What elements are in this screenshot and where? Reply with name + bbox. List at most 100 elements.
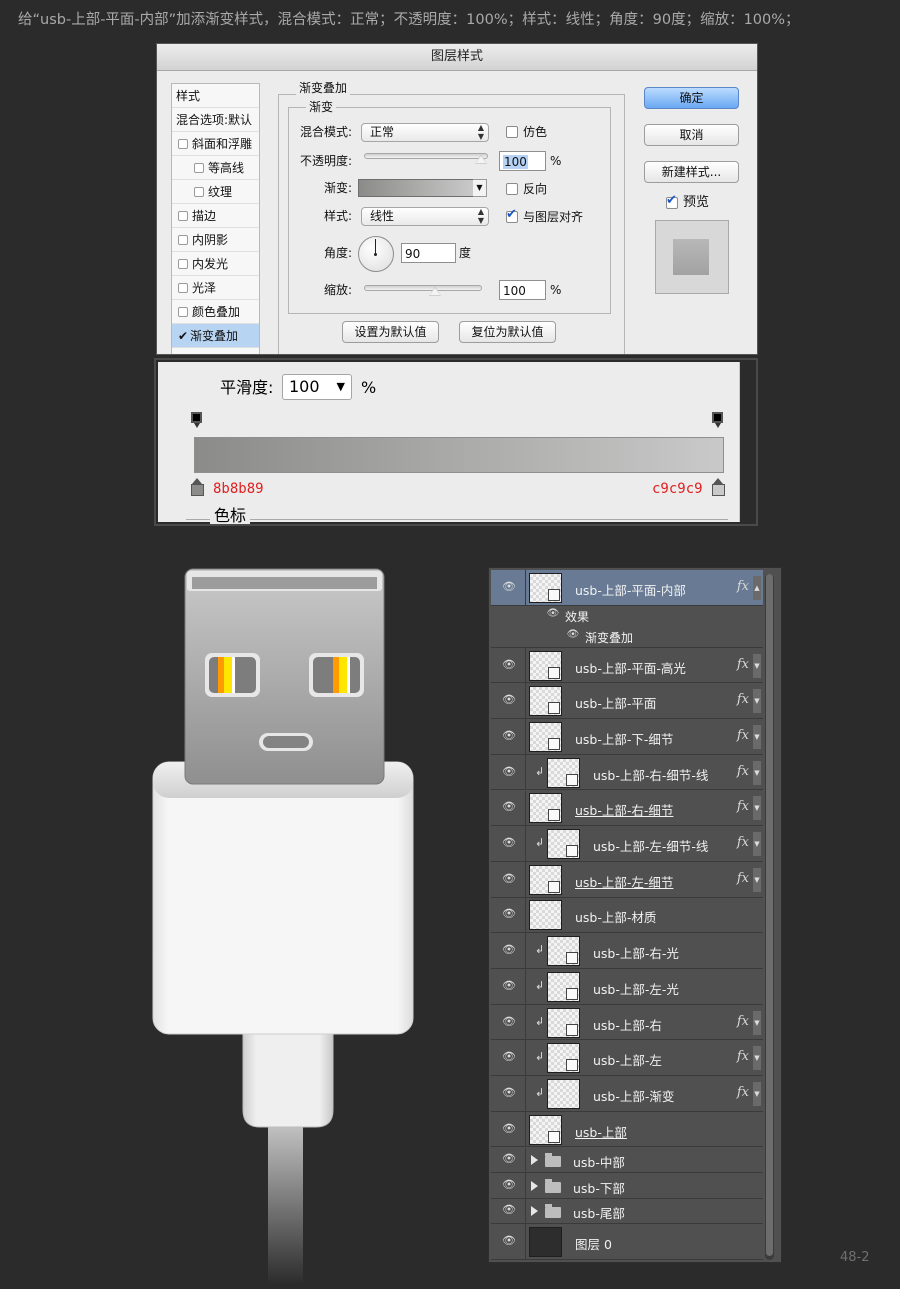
gradient-swatch[interactable] (358, 179, 474, 197)
preview-checkbox[interactable] (666, 193, 678, 209)
smoothness-dropdown-icon[interactable]: ▼ (337, 375, 345, 399)
layer-thumbnail[interactable] (529, 572, 562, 603)
effects-toggle-icon[interactable]: ▼ (753, 832, 761, 857)
checkbox-icon[interactable] (178, 139, 188, 149)
visibility-eye-icon[interactable]: 👁 (501, 1050, 517, 1063)
smoothness-input[interactable]: 100 ▼ (282, 374, 352, 400)
effects-toggle-icon[interactable]: ▼ (753, 1081, 761, 1106)
layer-effects-fx-icon[interactable]: fx (737, 799, 749, 814)
layer-thumbnail[interactable] (529, 650, 562, 681)
angle-dial[interactable] (358, 236, 394, 272)
reset-default-button[interactable]: 复位为默认值 (459, 321, 556, 343)
layer-row[interactable]: 👁 ↲ usb-上部-右-细节-线 fx ▼ (491, 754, 763, 791)
layer-row[interactable]: 👁 ↲ usb-上部-右-光 (491, 933, 763, 969)
layer-thumbnail[interactable] (547, 1043, 580, 1074)
layer-effects-fx-icon[interactable]: fx (737, 579, 749, 594)
checkbox-icon[interactable] (178, 235, 188, 245)
checkbox-icon[interactable] (178, 307, 188, 317)
layer-thumbnail[interactable] (547, 936, 580, 967)
opacity-stop-left-icon[interactable] (191, 412, 202, 428)
layer-thumbnail[interactable] (529, 721, 562, 752)
visibility-eye-icon[interactable]: 👁 (501, 729, 517, 742)
effects-toggle-icon[interactable]: ▼ (753, 760, 761, 785)
angle-input[interactable]: 90 (401, 243, 456, 263)
style-select[interactable]: 线性 ▲ ▼ (361, 207, 489, 226)
visibility-eye-icon[interactable]: 👁 (501, 836, 517, 849)
style-item[interactable]: ✔ 渐变叠加 (172, 324, 259, 348)
layer-row[interactable]: 👁 usb-上部-左-细节 fx ▼ (491, 861, 763, 898)
layer-thumbnail[interactable] (547, 1007, 580, 1038)
style-item[interactable]: 描边 (172, 204, 259, 228)
scale-slider-thumb[interactable] (429, 286, 441, 296)
opacity-slider-thumb[interactable] (475, 154, 487, 164)
visibility-eye-icon[interactable]: 👁 (501, 1015, 517, 1028)
layer-thumbnail[interactable] (529, 1114, 562, 1145)
layer-thumbnail[interactable] (529, 1227, 562, 1257)
layer-thumbnail[interactable] (529, 686, 562, 717)
style-item[interactable]: 光泽 (172, 276, 259, 300)
opacity-stop-right-icon[interactable] (712, 412, 723, 428)
visibility-eye-icon[interactable]: 👁 (501, 1203, 517, 1216)
color-stop-right-icon[interactable] (712, 478, 725, 496)
layer-group-row[interactable]: 👁 usb-尾部 (491, 1198, 763, 1224)
style-item[interactable]: 内发光 (172, 252, 259, 276)
cancel-button[interactable]: 取消 (644, 124, 739, 146)
visibility-eye-icon[interactable]: 👁 (501, 1234, 517, 1247)
layer-effects-fx-icon[interactable]: fx (737, 1085, 749, 1100)
layer-thumbnail[interactable] (529, 793, 562, 824)
layer-row[interactable]: 👁 usb-上部-材质 (491, 897, 763, 934)
opacity-slider[interactable] (364, 153, 488, 159)
effects-toggle-icon[interactable]: ▼ (753, 1046, 761, 1071)
layer-thumbnail[interactable] (547, 971, 580, 1002)
dither-checkbox[interactable] (506, 126, 518, 138)
effect-visibility-eye-icon[interactable]: 👁 (565, 629, 581, 640)
blend-mode-select[interactable]: 正常 ▲ ▼ (361, 123, 489, 142)
visibility-eye-icon[interactable]: 👁 (501, 1122, 517, 1135)
visibility-eye-icon[interactable]: 👁 (501, 580, 517, 593)
effect-visibility-eye-icon[interactable]: 👁 (545, 608, 561, 619)
color-stop-left-icon[interactable] (191, 478, 204, 496)
layer-effect-row[interactable]: 👁 渐变叠加 (491, 626, 763, 648)
visibility-eye-icon[interactable]: 👁 (501, 1178, 517, 1191)
opacity-input[interactable]: 100 (499, 151, 546, 171)
visibility-eye-icon[interactable]: 👁 (501, 907, 517, 920)
style-item[interactable]: 颜色叠加 (172, 300, 259, 324)
visibility-eye-icon[interactable]: 👁 (501, 658, 517, 671)
styles-header[interactable]: 样式 (172, 84, 259, 108)
gradient-dropdown-icon[interactable]: ▼ (473, 179, 487, 197)
scale-input[interactable]: 100 (499, 280, 546, 300)
layer-row[interactable]: 👁 ↲ usb-上部-右 fx ▼ (491, 1004, 763, 1041)
set-default-button[interactable]: 设置为默认值 (342, 321, 439, 343)
layer-effects-fx-icon[interactable]: fx (737, 1014, 749, 1029)
checkmark-icon[interactable]: ✔ (178, 324, 190, 348)
checkbox-icon[interactable] (178, 259, 188, 269)
checkbox-icon[interactable] (194, 163, 204, 173)
layer-group-row[interactable]: 👁 usb-中部 (491, 1147, 763, 1173)
style-item[interactable]: 斜面和浮雕 (172, 132, 259, 156)
visibility-eye-icon[interactable]: 👁 (501, 943, 517, 956)
layer-thumbnail[interactable] (529, 900, 562, 931)
layer-row[interactable]: 👁 usb-上部-下-细节 fx ▼ (491, 719, 763, 755)
visibility-eye-icon[interactable]: 👁 (501, 1086, 517, 1099)
new-style-button[interactable]: 新建样式... (644, 161, 739, 183)
layer-thumbnail[interactable] (547, 757, 580, 788)
visibility-eye-icon[interactable]: 👁 (501, 693, 517, 706)
layer-group-row[interactable]: 👁 usb-下部 (491, 1173, 763, 1199)
style-item[interactable]: 内阴影 (172, 228, 259, 252)
layers-scroll-thumb[interactable] (766, 574, 773, 1256)
layer-row[interactable]: 👁 ↲ usb-上部-渐变 fx ▼ (491, 1076, 763, 1112)
visibility-eye-icon[interactable]: 👁 (501, 800, 517, 813)
scale-slider[interactable] (364, 285, 482, 291)
visibility-eye-icon[interactable]: 👁 (501, 979, 517, 992)
layer-effect-row[interactable]: 👁 效果 (491, 605, 763, 627)
layer-effects-fx-icon[interactable]: fx (737, 657, 749, 672)
layer-effects-fx-icon[interactable]: fx (737, 871, 749, 886)
ok-button[interactable]: 确定 (644, 87, 739, 109)
effects-toggle-icon[interactable]: ▼ (753, 653, 761, 678)
visibility-eye-icon[interactable]: 👁 (501, 765, 517, 778)
align-with-layer-checkbox[interactable] (506, 207, 518, 223)
effects-toggle-icon[interactable]: ▼ (753, 689, 761, 714)
expand-triangle-icon[interactable] (531, 1155, 538, 1166)
style-item[interactable]: 等高线 (172, 156, 259, 180)
effects-toggle-icon[interactable]: ▼ (753, 867, 761, 892)
